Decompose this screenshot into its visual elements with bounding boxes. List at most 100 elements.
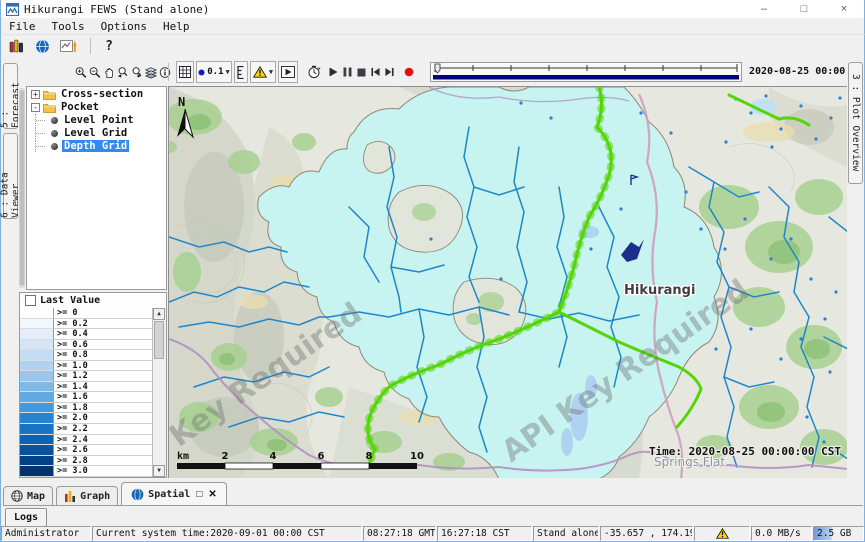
main-toolbar: ? xyxy=(0,35,865,57)
legend-label: >= 1.4 xyxy=(54,382,153,393)
svg-text:8: 8 xyxy=(366,451,373,462)
map-toolbar: 0.1 ▼ ▼ xyxy=(18,57,847,89)
step-forward-icon[interactable] xyxy=(384,61,395,83)
bottom-bar: Map Graph Spatial □ ✕ Logs xyxy=(0,478,865,526)
tab-spatial[interactable]: Spatial □ ✕ xyxy=(121,482,227,505)
info-icon[interactable] xyxy=(158,61,172,83)
menu-help[interactable]: Help xyxy=(155,20,198,33)
legend-title: Last Value xyxy=(40,295,100,306)
tree-scrollbar[interactable] xyxy=(19,88,25,288)
scroll-up-icon[interactable]: ▲ xyxy=(153,308,165,320)
pan-hand-icon[interactable] xyxy=(102,61,116,83)
expander-icon[interactable]: - xyxy=(31,103,40,112)
last-value-checkbox[interactable] xyxy=(25,295,36,306)
tree-item-depth-grid[interactable]: Depth Grid xyxy=(27,140,166,152)
zoom-out-icon[interactable] xyxy=(88,61,102,83)
folder-icon xyxy=(43,102,56,113)
app-icon xyxy=(6,3,19,16)
layers-icon[interactable] xyxy=(144,61,158,83)
globe-icon[interactable] xyxy=(31,36,53,57)
scroll-down-icon[interactable]: ▼ xyxy=(153,465,165,477)
tab-data-viewer[interactable]: 6 : Data Viewer xyxy=(3,133,18,219)
svg-text:N: N xyxy=(178,95,185,109)
tab-graph[interactable]: Graph xyxy=(56,486,118,505)
stop-icon[interactable] xyxy=(356,61,367,83)
close-icon[interactable]: × xyxy=(824,3,864,15)
legend-swatch xyxy=(20,340,54,351)
left-tab-strip: 5 : Forecast 6 : Data Viewer xyxy=(0,57,18,478)
spatial-map[interactable]: API Key Required API Key Required Hikura… xyxy=(168,86,847,478)
play-icon[interactable] xyxy=(328,61,339,83)
tab-map[interactable]: Map xyxy=(3,486,53,505)
legend-row: >= 1.2 xyxy=(20,371,153,382)
legend-swatch xyxy=(20,424,54,435)
grid-overlay-icon[interactable] xyxy=(176,61,194,83)
legend-panel: Last Value >= 0 >= 0.2 >= 0.4 >= 0.6 >= … xyxy=(19,292,167,478)
step-back-icon[interactable] xyxy=(370,61,381,83)
legend-row: >= 3.0 xyxy=(20,466,153,477)
tree-item-cross-section[interactable]: + Cross-section xyxy=(27,88,166,100)
zoom-previous-icon[interactable] xyxy=(116,61,130,83)
legend-row: >= 1.6 xyxy=(20,392,153,403)
contour-interval-dropdown[interactable]: 0.1 ▼ xyxy=(196,61,232,83)
map-canvas[interactable]: API Key Required API Key Required Hikura… xyxy=(169,87,847,478)
tab-maximize-icon[interactable]: □ xyxy=(196,489,202,500)
archive-bars-icon[interactable] xyxy=(5,36,27,57)
left-panel: + Cross-section - Pocket Level Point Lev… xyxy=(18,86,168,478)
right-tab-strip: 3 : Plot Overview xyxy=(847,57,865,478)
menu-tools[interactable]: Tools xyxy=(44,20,93,33)
tab-plot-overview[interactable]: 3 : Plot Overview xyxy=(848,62,863,184)
timeline-slider[interactable] xyxy=(430,62,742,82)
legend-swatch xyxy=(20,466,54,477)
tree-item-pocket[interactable]: - Pocket xyxy=(27,101,166,113)
pause-icon[interactable] xyxy=(342,61,353,83)
svg-text:10: 10 xyxy=(410,451,424,462)
toolbar-separator xyxy=(90,38,91,54)
legend-row: >= 0.4 xyxy=(20,329,153,340)
svg-text:6: 6 xyxy=(318,451,325,462)
scale-bar-icon[interactable] xyxy=(234,61,248,83)
menu-file[interactable]: File xyxy=(1,20,44,33)
logs-button[interactable]: Logs xyxy=(5,508,47,527)
document-tabs: Map Graph Spatial □ ✕ xyxy=(3,482,863,506)
grid-display-icon[interactable] xyxy=(57,36,79,57)
help-icon[interactable]: ? xyxy=(98,36,120,57)
spatial-globe-icon xyxy=(131,488,144,501)
status-bar: Administrator Current system time:2020-0… xyxy=(0,526,865,542)
tab-forecast[interactable]: 5 : Forecast xyxy=(3,63,18,129)
status-warning-cell[interactable] xyxy=(694,526,750,541)
legend-label: >= 2.0 xyxy=(54,413,153,424)
legend-label: >= 2.6 xyxy=(54,445,153,456)
tree-item-level-grid[interactable]: Level Grid xyxy=(27,127,166,139)
menu-options[interactable]: Options xyxy=(93,20,155,33)
legend-swatch xyxy=(20,382,54,393)
warning-dropdown[interactable]: ▼ xyxy=(250,61,276,83)
warning-icon xyxy=(716,528,729,539)
minimize-icon[interactable]: – xyxy=(744,3,784,15)
legend-label: >= 0.4 xyxy=(54,329,153,340)
legend-swatch xyxy=(20,392,54,403)
tree-connector xyxy=(35,114,51,126)
status-user: Administrator xyxy=(1,526,91,541)
maximize-icon[interactable]: □ xyxy=(784,3,824,15)
status-memory[interactable]: 2.5 GB xyxy=(813,526,864,541)
legend-row: >= 2.0 xyxy=(20,413,153,424)
legend-label: >= 2.2 xyxy=(54,424,153,435)
zoom-next-icon[interactable] xyxy=(130,61,144,83)
legend-swatch xyxy=(20,456,54,467)
animation-clock-icon[interactable] xyxy=(306,61,322,83)
legend-swatch xyxy=(20,371,54,382)
status-local-time: 16:27:18 CST xyxy=(437,526,532,541)
tab-close-icon[interactable]: ✕ xyxy=(208,489,216,500)
svg-text:2: 2 xyxy=(222,451,229,462)
legend-scrollbar[interactable]: ▲ ▼ xyxy=(152,308,166,477)
animation-window-icon[interactable] xyxy=(278,61,298,83)
tree-item-level-point[interactable]: Level Point xyxy=(27,114,166,126)
expander-icon[interactable]: + xyxy=(31,90,40,99)
legend-row: >= 2.4 xyxy=(20,435,153,446)
timeline-thumb xyxy=(435,64,440,73)
zoom-in-icon[interactable] xyxy=(74,61,88,83)
record-icon[interactable] xyxy=(403,61,415,83)
legend-row: >= 1.8 xyxy=(20,403,153,414)
legend-label: >= 3.0 xyxy=(54,466,153,477)
